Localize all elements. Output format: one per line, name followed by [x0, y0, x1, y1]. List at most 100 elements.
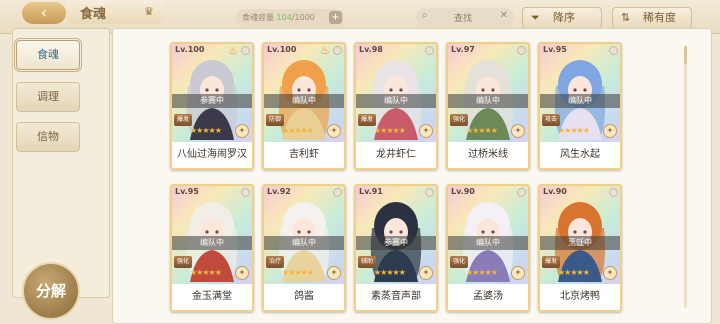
role-tag: 爆发: [358, 114, 376, 126]
status-badge: 编队中: [264, 236, 344, 250]
star-rating: ★★★★★: [558, 268, 590, 277]
status-badge: 编队中: [540, 94, 620, 108]
level-label: Lv.90: [451, 187, 475, 196]
star-rating: ★★★★★: [558, 126, 590, 135]
favorite-icon: [517, 188, 526, 197]
element-icon: ✦: [603, 124, 617, 138]
search-placeholder: 查找: [454, 14, 473, 24]
food-soul-card[interactable]: Lv.98 编队中 爆发 ★★★★★ ✦ 龙井虾仁: [354, 42, 438, 170]
sort-rarity-button[interactable]: ⇅ 稀有度: [612, 7, 692, 29]
role-tag: 爆发: [174, 114, 192, 126]
star-rating: ★★★★★: [374, 126, 406, 135]
swap-icon: ⇅: [621, 11, 631, 24]
search-icon: ⌕: [422, 10, 428, 21]
flame-icon: ♨: [320, 44, 330, 57]
add-capacity-button[interactable]: +: [329, 11, 342, 24]
food-soul-card[interactable]: Lv.95 编队中 强化 ★★★★★ ✦ 金玉满堂: [170, 184, 254, 312]
character-name: 鸽酱: [264, 284, 344, 310]
status-badge: 编队中: [448, 236, 528, 250]
flame-icon: ♨: [228, 44, 238, 57]
status-badge: 编队中: [448, 94, 528, 108]
status-badge: 参赛中: [172, 94, 252, 108]
back-button[interactable]: ‹: [22, 2, 66, 24]
favorite-icon: [425, 188, 434, 197]
food-soul-card[interactable]: Lv.100 ♨ 参赛中爆发 ★★★★★ ✦ 八仙过海闹罗汉: [170, 42, 254, 170]
favorite-icon: [241, 188, 250, 197]
star-rating: ★★★★★: [282, 268, 314, 277]
role-tag: 攻击: [542, 114, 560, 126]
favorite-icon: [517, 46, 526, 55]
character-name: 素蒸音声部: [356, 284, 436, 310]
level-label: Lv.90: [543, 187, 567, 196]
food-soul-card[interactable]: Lv.90 编队中强化 ★★★★★ ✦ 孟婆汤: [446, 184, 530, 312]
favorite-icon: [333, 188, 342, 197]
star-rating: ★★★★★: [466, 268, 498, 277]
element-icon: ✦: [511, 266, 525, 280]
clear-icon[interactable]: ✕: [500, 10, 508, 21]
star-rating: ★★★★★: [374, 268, 406, 277]
star-rating: ★★★★★: [190, 268, 222, 277]
role-tag: 强化: [450, 114, 468, 126]
character-name: 风生水起: [540, 142, 620, 168]
sort-order-label: 降序: [553, 11, 575, 24]
element-icon: ✦: [419, 266, 433, 280]
character-name: 北京烤鸭: [540, 284, 620, 310]
element-icon: ✦: [603, 266, 617, 280]
character-name: 八仙过海闹罗汉: [172, 142, 252, 168]
star-rating: ★★★★★: [282, 126, 314, 135]
favorite-icon: [609, 46, 618, 55]
role-tag: 辅助: [358, 256, 376, 268]
character-name: 金玉满堂: [172, 284, 252, 310]
role-tag: 治疗: [266, 256, 284, 268]
character-name: 吉利虾: [264, 142, 344, 168]
level-label: Lv.91: [359, 187, 383, 196]
food-soul-card[interactable]: Lv.92 编队中治疗 ★★★★★ ✦ 鸽酱: [262, 184, 346, 312]
level-label: Lv.95: [175, 187, 199, 196]
role-tag: 强化: [450, 256, 468, 268]
search-input[interactable]: ⌕ 查找 ✕: [416, 8, 514, 26]
level-label: Lv.92: [267, 187, 291, 196]
sidebar-item-token[interactable]: 信物: [16, 122, 80, 152]
food-soul-card[interactable]: Lv.95 编队中攻击 ★★★★★ ✦ 风生水起: [538, 42, 622, 170]
element-icon: ✦: [511, 124, 525, 138]
back-arrow-icon: ‹: [40, 3, 48, 22]
funnel-icon: ⏷: [531, 11, 540, 24]
capacity-indicator: 食魂容量 104/1000 +: [236, 9, 344, 26]
level-label: Lv.97: [451, 45, 475, 54]
element-icon: ✦: [327, 266, 341, 280]
favorite-icon: [241, 46, 250, 55]
scrollbar-track[interactable]: [684, 46, 687, 308]
level-label: Lv.95: [543, 45, 567, 54]
scrollbar-thumb[interactable]: [684, 46, 687, 64]
role-tag: 爆发: [542, 256, 560, 268]
food-soul-card[interactable]: Lv.100 ♨ 编队中 防御 ★★★★★ ✦ 吉利虾: [262, 42, 346, 170]
status-badge: 编队中: [264, 94, 344, 108]
character-name: 过桥米线: [448, 142, 528, 168]
status-badge: 参赛中: [356, 236, 436, 250]
food-soul-card[interactable]: Lv.97 编队中 强化 ★★★★★ ✦ 过桥米线: [446, 42, 530, 170]
status-badge: 烹饪中: [540, 236, 620, 250]
level-label: Lv.98: [359, 45, 383, 54]
favorite-icon: [425, 46, 434, 55]
status-badge: 编队中: [172, 236, 252, 250]
sort-order-button[interactable]: ⏷ 降序: [522, 7, 602, 29]
star-rating: ★★★★★: [190, 126, 222, 135]
decompose-button[interactable]: 分解: [22, 262, 80, 320]
food-soul-card[interactable]: Lv.91 参赛中辅助 ★★★★★ ✦ 素蒸音声部: [354, 184, 438, 312]
sidebar-item-food-soul[interactable]: 食魂: [14, 38, 82, 72]
sidebar-item-tuning[interactable]: 调理: [16, 82, 80, 112]
level-label: Lv.100: [175, 45, 205, 54]
crown-icon: ♛: [144, 5, 154, 18]
character-name: 孟婆汤: [448, 284, 528, 310]
favorite-icon: [609, 188, 618, 197]
sort-rarity-label: 稀有度: [643, 11, 676, 24]
level-label: Lv.100: [267, 45, 297, 54]
food-soul-card[interactable]: Lv.90 烹饪中爆发 ★★★★★ ✦ 北京烤鸭: [538, 184, 622, 312]
role-tag: 防御: [266, 114, 284, 126]
capacity-label: 食魂容量: [242, 13, 274, 22]
element-icon: ✦: [419, 124, 433, 138]
page-title: 食魂: [80, 7, 107, 22]
character-name: 龙井虾仁: [356, 142, 436, 168]
element-icon: ✦: [235, 266, 249, 280]
element-icon: ✦: [235, 124, 249, 138]
